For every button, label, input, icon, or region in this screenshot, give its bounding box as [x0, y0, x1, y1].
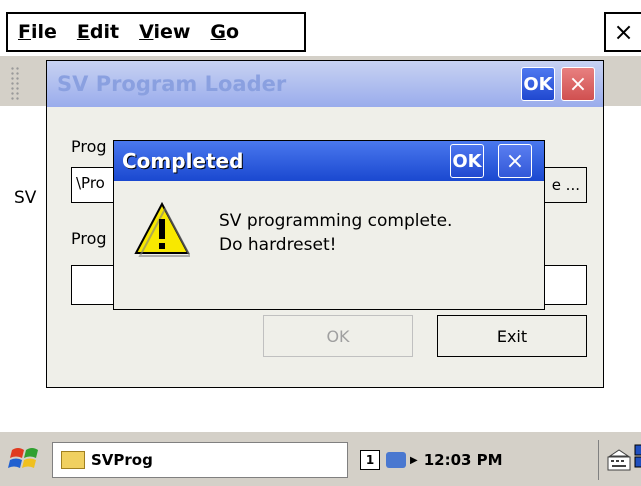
ok-button[interactable]: OK: [263, 315, 413, 357]
background-label: SV: [14, 188, 37, 208]
message-titlebar[interactable]: Completed OK ×: [114, 141, 544, 181]
loader-ok-button[interactable]: OK: [521, 67, 555, 101]
tray-arrow-icon: ▶: [410, 454, 418, 466]
progress-label: Prog: [71, 229, 107, 248]
menu-view[interactable]: View: [129, 21, 200, 43]
menu-bar: File Edit View Go: [6, 12, 306, 52]
start-icon[interactable]: [8, 444, 42, 474]
taskbar-svprog-label: SVProg: [91, 451, 153, 469]
menu-go[interactable]: Go: [200, 21, 249, 43]
loader-close-button[interactable]: ×: [561, 67, 595, 101]
message-close-button[interactable]: ×: [498, 144, 532, 178]
taskbar-svprog-button[interactable]: SVProg: [52, 442, 348, 478]
taskbar: SVProg 1 ▶ 12:03 PM: [0, 431, 641, 486]
folder-icon: [61, 451, 85, 469]
message-text: SV programming complete. Do hardreset!: [219, 209, 452, 257]
warning-icon: [134, 201, 190, 257]
exit-button[interactable]: Exit: [437, 315, 587, 357]
network-icon[interactable]: [386, 452, 406, 468]
menu-edit[interactable]: Edit: [67, 21, 129, 43]
tray-badge[interactable]: 1: [360, 450, 380, 470]
system-tray: 1 ▶ 12:03 PM: [360, 442, 600, 478]
message-ok-button[interactable]: OK: [450, 144, 484, 178]
loader-titlebar[interactable]: SV Program Loader OK ×: [47, 61, 603, 107]
clock[interactable]: 12:03 PM: [424, 451, 503, 469]
app-close-button[interactable]: ×: [604, 12, 641, 52]
message-line-2: Do hardreset!: [219, 235, 337, 255]
menu-file[interactable]: File: [8, 21, 67, 43]
desktop-icon[interactable]: [628, 443, 641, 473]
toolbar-grip-icon[interactable]: [10, 66, 20, 100]
completed-message-box: Completed OK × SV programming complete. …: [113, 140, 545, 310]
message-title: Completed: [122, 149, 244, 173]
program-file-label: Prog: [71, 137, 107, 156]
top-cutoff: [0, 0, 641, 8]
tray-separator: [598, 440, 599, 480]
message-line-1: SV programming complete.: [219, 211, 453, 231]
loader-title: SV Program Loader: [57, 72, 287, 96]
